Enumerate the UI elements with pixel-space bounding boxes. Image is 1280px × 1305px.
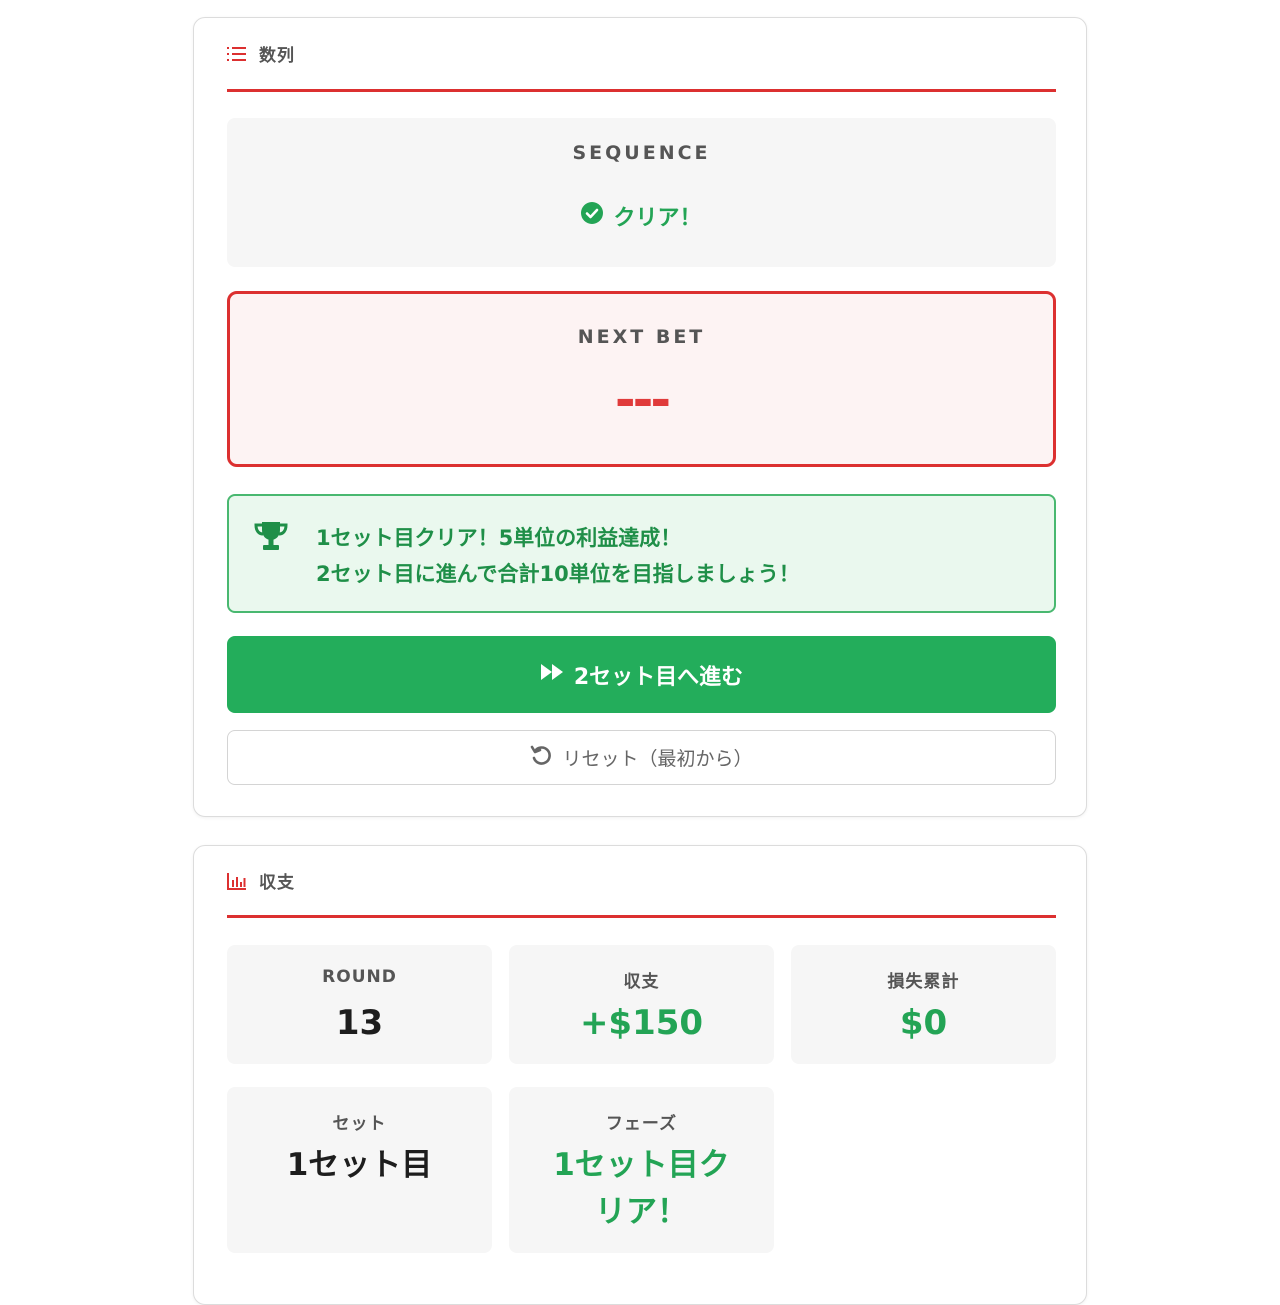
reset-button-label: リセット（最初から） — [562, 748, 753, 770]
cumulative-loss-value: $0 — [899, 1003, 948, 1043]
undo-icon — [530, 744, 552, 771]
next-bet-label: NEXT BET — [577, 326, 706, 348]
phase-value: 1セット目クリア！ — [553, 1147, 730, 1230]
list-icon — [227, 44, 247, 64]
sequence-section-title: 数列 — [259, 46, 295, 66]
fast-forward-icon — [540, 662, 566, 687]
balance-stat: 収支 +$150 — [509, 945, 774, 1064]
next-bet-panel: NEXT BET --- — [227, 291, 1056, 467]
trophy-icon — [253, 520, 289, 552]
balance-section-title: 収支 — [259, 873, 295, 893]
next-bet-value: --- — [614, 371, 671, 429]
sequence-status-text: クリア！ — [613, 206, 702, 231]
next-set-button-label: 2セット目へ進む — [573, 664, 744, 690]
balance-section-header: 収支 — [227, 846, 1056, 918]
sequence-status: クリア！ — [227, 200, 1056, 232]
sequence-label: SEQUENCE — [572, 142, 711, 164]
set-value: 1セット目 — [286, 1147, 433, 1183]
set-cleared-message: 1セット目クリア！5単位の利益達成！ 2セット目に進んで合計10単位を目指しまし… — [227, 494, 1056, 613]
bar-chart-icon — [227, 871, 247, 891]
sequence-card: 数列 SEQUENCE クリア！ NEXT BET --- 1セット目クリア！5… — [193, 17, 1087, 817]
reset-button[interactable]: リセット（最初から） — [227, 730, 1056, 785]
check-circle-icon — [581, 202, 604, 230]
set-label: セット — [332, 1114, 387, 1134]
round-value: 13 — [335, 1003, 384, 1043]
balance-card: 収支 ROUND 13 収支 +$150 損失累計 $0 セット 1セット目 フ… — [193, 845, 1087, 1305]
sequence-panel: SEQUENCE クリア！ — [227, 118, 1056, 267]
cumulative-loss-stat: 損失累計 $0 — [791, 945, 1056, 1064]
round-label: ROUND — [322, 967, 397, 987]
sequence-section-header: 数列 — [227, 18, 1056, 92]
balance-value: +$150 — [579, 1003, 704, 1043]
next-set-button[interactable]: 2セット目へ進む — [227, 636, 1056, 713]
message-line-1: 1セット目クリア！5単位の利益達成！ — [316, 526, 682, 550]
cumulative-loss-label: 損失累計 — [887, 972, 960, 992]
set-stat: セット 1セット目 — [227, 1087, 492, 1253]
round-stat: ROUND 13 — [227, 945, 492, 1064]
message-line-2: 2セット目に進んで合計10単位を目指しましょう！ — [316, 562, 800, 586]
balance-label: 収支 — [623, 972, 660, 992]
phase-label: フェーズ — [605, 1114, 678, 1134]
phase-stat: フェーズ 1セット目クリア！ — [509, 1087, 774, 1253]
